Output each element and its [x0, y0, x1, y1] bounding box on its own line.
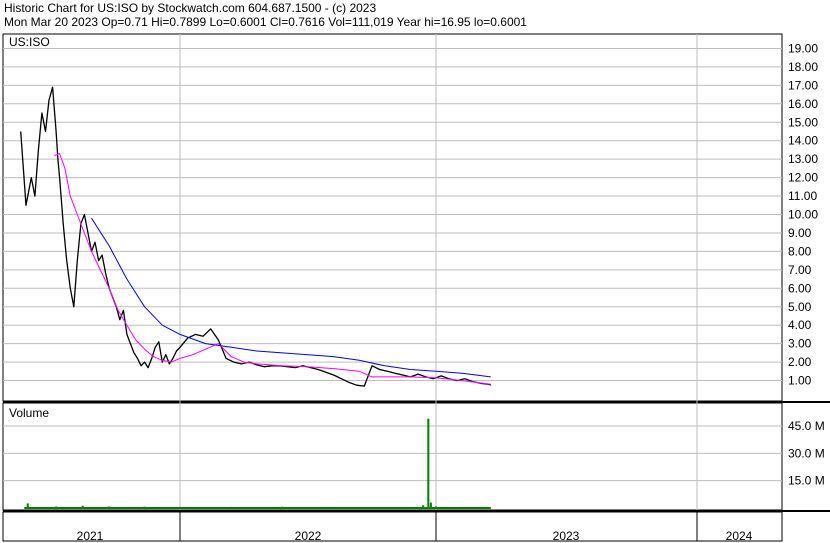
- price-tick-label: 13.00: [788, 152, 818, 166]
- volume-bar: [81, 505, 84, 508]
- volume-panel-border: [2, 402, 783, 511]
- chart-frame: [2, 33, 830, 542]
- price-tick-label: 19.00: [788, 41, 818, 55]
- grid-lines: [3, 34, 782, 510]
- price-line: [20, 86, 491, 387]
- volume-tick-label: 15.0 M: [788, 474, 825, 488]
- price-tick-label: 18.00: [788, 60, 818, 74]
- volume-bar: [427, 418, 430, 508]
- volume-bar: [461, 506, 464, 508]
- year-label: 2023: [553, 529, 580, 543]
- stock-chart: 19.00 18.00 17.00 16.00 15.00 14.00 13.00 12.00…: [2, 33, 830, 543]
- long-moving-average-line: [91, 217, 491, 378]
- price-panel-title: US:ISO: [9, 35, 50, 49]
- volume-bar: [422, 505, 425, 508]
- volume-tick-label: 30.0 M: [788, 446, 825, 460]
- price-tick-label: 14.00: [788, 134, 818, 148]
- volume-bar: [26, 503, 29, 508]
- short-moving-average-line: [54, 153, 491, 385]
- volume-bar: [179, 506, 181, 508]
- volume-panel: 45.0 M 30.0 M 15.0 M Volume: [9, 406, 825, 509]
- price-tick-label: 17.00: [788, 78, 818, 92]
- price-tick-label: 12.00: [788, 171, 818, 185]
- price-tick-label: 9.00: [788, 226, 812, 240]
- volume-panel-title: Volume: [9, 406, 49, 420]
- year-axis: 2021 2022 2023 2024: [77, 512, 753, 543]
- volume-bar: [281, 506, 284, 508]
- price-tick-label: 11.00: [788, 189, 817, 203]
- price-tick-label: 2.00: [788, 355, 812, 369]
- volume-tick-label: 45.0 M: [788, 419, 825, 433]
- year-label: 2022: [295, 529, 322, 543]
- volume-bar: [429, 502, 432, 508]
- price-tick-label: 15.00: [788, 115, 818, 129]
- price-tick-label: 6.00: [788, 281, 812, 295]
- volume-bar: [143, 506, 146, 508]
- volume-bar: [108, 506, 111, 508]
- price-tick-label: 1.00: [788, 374, 812, 388]
- year-axis-border: [2, 511, 783, 542]
- price-tick-label: 3.00: [788, 337, 812, 351]
- price-tick-label: 10.00: [788, 208, 818, 222]
- volume-bar: [230, 506, 233, 508]
- price-tick-label: 16.00: [788, 97, 818, 111]
- volume-bar: [487, 507, 490, 509]
- volume-bar: [435, 506, 437, 508]
- price-tick-label: 8.00: [788, 244, 812, 258]
- year-label: 2021: [77, 529, 104, 543]
- year-label: 2024: [726, 529, 753, 543]
- price-panel-border: [2, 33, 783, 402]
- price-tick-label: 5.00: [788, 300, 812, 314]
- volume-bar: [55, 506, 58, 508]
- volume-bar: [383, 507, 386, 509]
- price-tick-label: 4.00: [788, 318, 812, 332]
- volume-bar: [332, 506, 335, 508]
- price-tick-label: 7.00: [788, 263, 812, 277]
